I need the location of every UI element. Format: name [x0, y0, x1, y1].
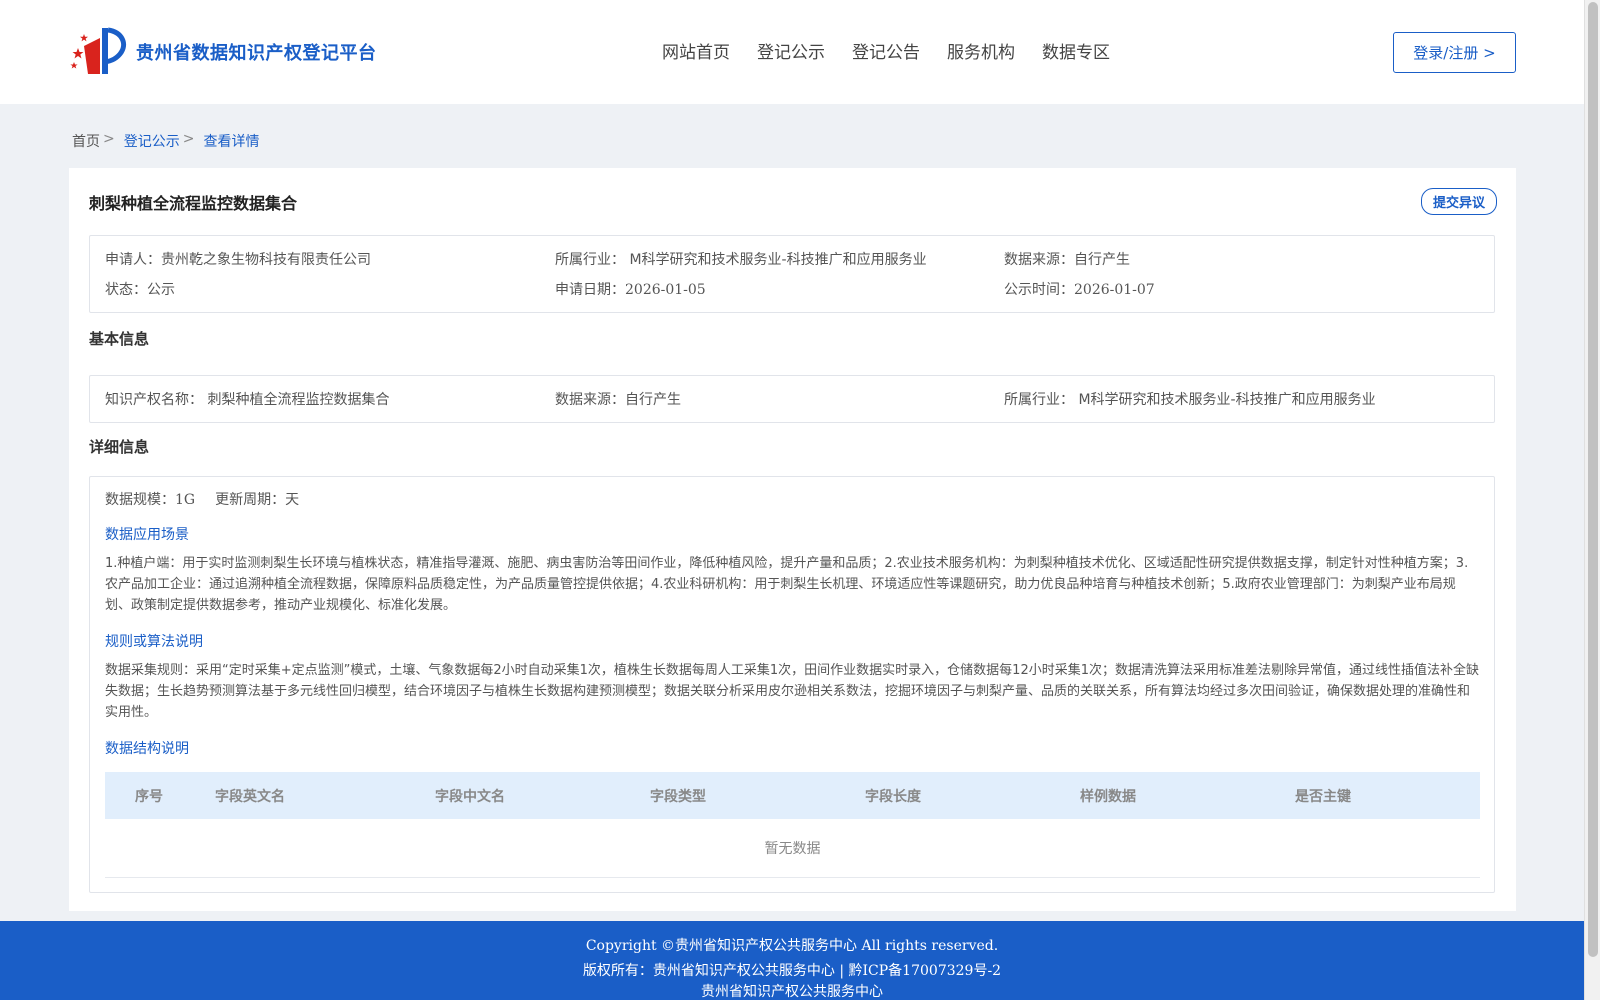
column-header-field-en: 字段英文名	[215, 789, 285, 805]
ip-name-value: 刺梨种植全流程监控数据集合	[207, 392, 390, 408]
breadcrumb: 首页 > 登记公示 > 查看详情	[72, 131, 259, 151]
detail-info-box: 数据规模：1G 更新周期：天 数据应用场景 1.种植户端：用于实时监测刺梨生长环境…	[89, 476, 1495, 893]
column-header-sample: 样例数据	[1080, 789, 1136, 805]
ip-name-field: 知识产权名称： 刺梨种植全流程监控数据集合	[105, 389, 389, 409]
apply-date-value: 2026-01-05	[625, 282, 706, 298]
scale-value: 1G	[175, 492, 196, 508]
column-header-field-length: 字段长度	[865, 789, 921, 805]
record-title: 刺梨种植全流程监控数据集合	[89, 194, 298, 213]
applicant-field: 申请人：贵州乾之象生物科技有限责任公司	[105, 249, 371, 269]
site-footer: Copyright ©贵州省知识产权公共服务中心 All rights rese…	[0, 921, 1584, 1000]
basic-industry-value: M科学研究和技术服务业-科技推广和应用服务业	[1078, 392, 1376, 408]
source-value: 自行产生	[1074, 252, 1130, 268]
cycle-value: 天	[285, 492, 300, 508]
publish-time-field: 公示时间：2026-01-07	[1004, 279, 1155, 299]
structure-table-header: 序号 字段英文名 字段中文名 字段类型 字段长度 样例数据 是否主键	[105, 772, 1480, 819]
site-title: 贵州省数据知识产权登记平台	[136, 43, 377, 64]
summary-box: 申请人：贵州乾之象生物科技有限责任公司 所属行业： M科学研究和技术服务业-科技…	[89, 235, 1495, 313]
nav-item-registration-announcement[interactable]: 登记公告	[852, 38, 920, 63]
industry-label: 所属行业：	[555, 252, 625, 268]
footer-copyright: Copyright ©贵州省知识产权公共服务中心 All rights rese…	[585, 938, 999, 954]
basic-industry-label: 所属行业：	[1004, 392, 1074, 408]
ip-name-label: 知识产权名称：	[105, 392, 203, 408]
table-empty-state: 暂无数据	[105, 819, 1480, 878]
applicant-label: 申请人：	[105, 252, 161, 268]
column-header-primary-key: 是否主键	[1295, 789, 1351, 805]
apply-date-field: 申请日期：2026-01-05	[555, 279, 706, 299]
scrollbar-thumb[interactable]	[1588, 2, 1598, 957]
breadcrumb-separator: >	[103, 131, 115, 147]
column-header-field-cn: 字段中文名	[435, 789, 505, 805]
scale-cycle-line: 数据规模：1G 更新周期：天	[105, 489, 299, 509]
breadcrumb-home[interactable]: 首页	[72, 131, 100, 151]
basic-source-field: 数据来源：自行产生	[555, 389, 681, 409]
basic-industry-field: 所属行业： M科学研究和技术服务业-科技推广和应用服务业	[1004, 389, 1376, 409]
rules-heading: 规则或算法说明	[105, 634, 203, 650]
breadcrumb-separator: >	[182, 131, 195, 147]
nav-item-registration-publicity[interactable]: 登记公示	[757, 38, 825, 63]
main-nav: 网站首页 登记公示 登记公告 服务机构 数据专区	[662, 38, 1137, 63]
submit-objection-button[interactable]: 提交异议	[1421, 188, 1497, 215]
detail-info-heading: 详细信息	[89, 438, 150, 456]
source-label: 数据来源：	[1004, 252, 1074, 268]
logo-emblem-icon	[70, 26, 130, 78]
login-register-button[interactable]: 登录/注册 >	[1393, 32, 1516, 73]
publish-time-label: 公示时间：	[1004, 282, 1074, 298]
status-label: 状态：	[105, 282, 147, 298]
structure-heading: 数据结构说明	[105, 741, 189, 757]
nav-item-service-agencies[interactable]: 服务机构	[947, 38, 1015, 63]
site-header: 贵州省数据知识产权登记平台 网站首页 登记公示 登记公告 服务机构 数据专区 登…	[0, 0, 1584, 104]
scale-label: 数据规模：	[105, 492, 175, 508]
apply-date-label: 申请日期：	[555, 282, 625, 298]
rules-text: 数据采集规则：采用“定时采集+定点监测”模式，土壤、气象数据每2小时自动采集1次…	[105, 663, 1479, 720]
breadcrumb-view-details: 查看详情	[203, 134, 260, 150]
scenario-text: 1.种植户端：用于实时监测刺梨生长环境与植株状态，精准指导灌溉、施肥、病虫害防治…	[105, 556, 1469, 613]
publish-time-value: 2026-01-07	[1074, 282, 1155, 298]
basic-source-value: 自行产生	[625, 392, 681, 408]
column-header-field-type: 字段类型	[650, 789, 706, 805]
basic-info-box: 知识产权名称： 刺梨种植全流程监控数据集合 数据来源：自行产生 所属行业： M科…	[89, 375, 1495, 423]
source-field: 数据来源：自行产生	[1004, 249, 1130, 269]
column-header-index: 序号	[135, 789, 163, 805]
nav-item-home[interactable]: 网站首页	[662, 38, 730, 63]
detail-card: 刺梨种植全流程监控数据集合 提交异议 申请人：贵州乾之象生物科技有限责任公司 所…	[69, 168, 1516, 911]
breadcrumb-registration-publicity[interactable]: 登记公示	[124, 131, 180, 151]
footer-org: 贵州省知识产权公共服务中心	[701, 984, 883, 1000]
status-field: 状态：公示	[105, 279, 175, 299]
footer-rights: 版权所有：贵州省知识产权公共服务中心 | 黔ICP备17007329号-2	[582, 963, 1002, 979]
applicant-value: 贵州乾之象生物科技有限责任公司	[161, 252, 371, 268]
basic-source-label: 数据来源：	[555, 392, 625, 408]
scenario-heading: 数据应用场景	[105, 527, 189, 543]
nav-item-data-zone[interactable]: 数据专区	[1042, 38, 1110, 63]
basic-info-heading: 基本信息	[89, 330, 150, 348]
page-scrollbar[interactable]	[1584, 0, 1600, 1000]
industry-field: 所属行业： M科学研究和技术服务业-科技推广和应用服务业	[555, 249, 927, 269]
site-logo[interactable]: 贵州省数据知识产权登记平台	[70, 26, 377, 78]
cycle-label: 更新周期：	[215, 492, 286, 508]
industry-value: M科学研究和技术服务业-科技推广和应用服务业	[629, 252, 927, 268]
status-value: 公示	[147, 282, 175, 298]
